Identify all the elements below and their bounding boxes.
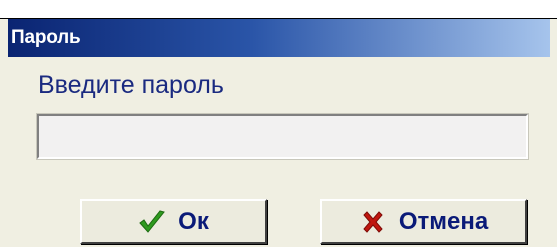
cancel-button-label: Отмена <box>398 207 489 235</box>
ok-button-label: Ок <box>178 207 209 235</box>
cancel-button[interactable]: Отмена <box>320 199 527 244</box>
dialog-title-bar[interactable]: Пароль <box>8 19 550 57</box>
password-prompt-label: Введите пароль <box>38 71 224 99</box>
dialog-title: Пароль <box>11 27 81 48</box>
password-input[interactable] <box>36 113 529 160</box>
ok-button[interactable]: Ок <box>80 199 267 244</box>
checkmark-icon <box>138 208 166 236</box>
cross-icon <box>359 208 387 236</box>
password-dialog: Пароль Введите пароль Ок Отмена <box>0 18 557 247</box>
